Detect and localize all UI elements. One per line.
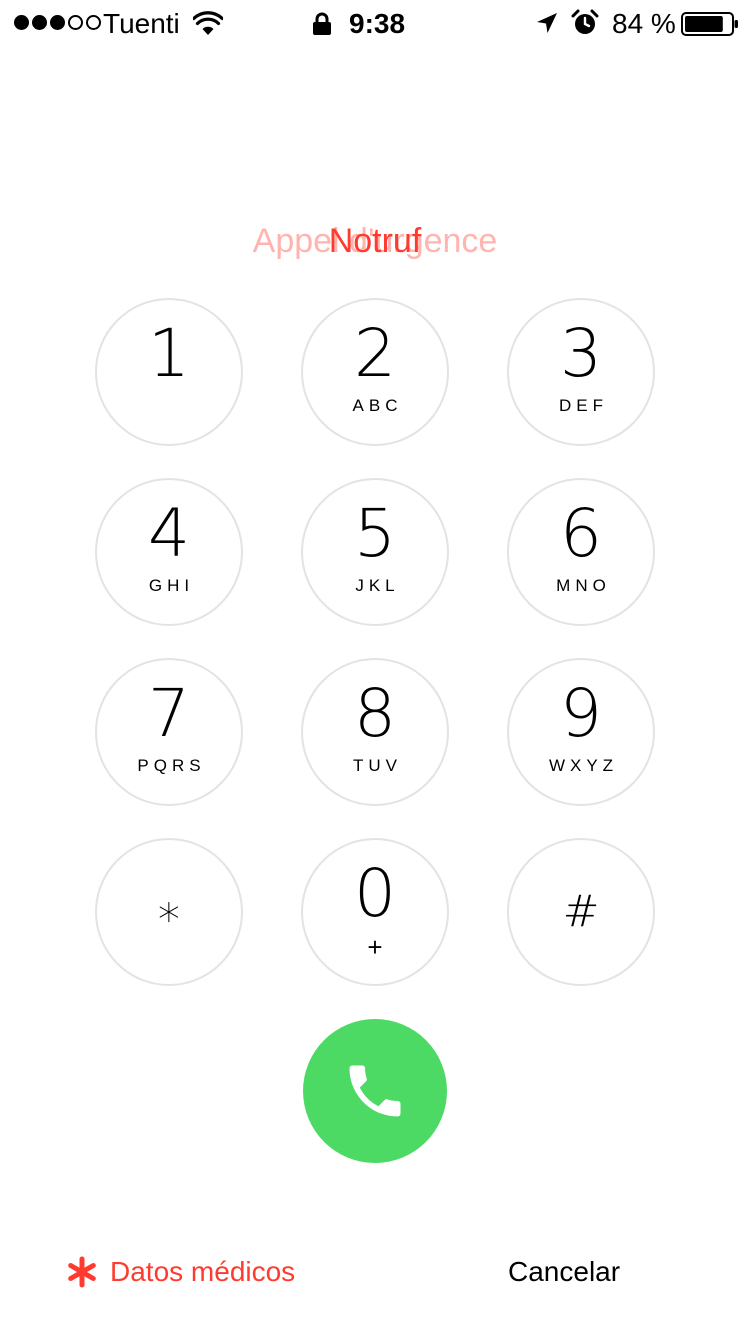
signal-dot: [14, 15, 29, 30]
clock-time: 9:38: [349, 8, 406, 39]
key-digit: 6: [560, 495, 602, 572]
carrier-name: Tuenti: [103, 8, 180, 39]
key-digit: 0: [354, 855, 396, 932]
key-0[interactable]: 0 +: [301, 838, 449, 986]
medical-id-label: Datos médicos: [110, 1256, 296, 1287]
key-letters: WXYZ: [548, 756, 619, 775]
key-digit: 1: [148, 315, 190, 392]
key-symbol: ∗: [155, 886, 183, 937]
alarm-clock-icon: [571, 9, 599, 34]
cancel-button[interactable]: Cancelar: [508, 1252, 620, 1292]
key-letters: TUV: [353, 756, 402, 775]
key-digit: 9: [560, 675, 602, 752]
key-symbol: #: [562, 886, 600, 937]
battery-percent: 84 %: [612, 8, 676, 39]
asterisk-icon: [68, 1256, 96, 1288]
key-letters: MNO: [556, 576, 611, 595]
signal-dot: [32, 15, 47, 30]
key-7[interactable]: 7 PQRS: [95, 658, 243, 806]
key-4[interactable]: 4 GHI: [95, 478, 243, 626]
signal-dot: [68, 15, 83, 30]
key-5[interactable]: 5 JKL: [301, 478, 449, 626]
battery-icon: [681, 12, 738, 36]
key-letters: JKL: [355, 576, 400, 595]
key-1[interactable]: 1: [95, 298, 243, 446]
key-9[interactable]: 9 WXYZ: [507, 658, 655, 806]
location-arrow-icon: [537, 13, 557, 33]
key-digit: 5: [354, 495, 396, 572]
emergency-dialer-screen: Tuenti 9:38 84 % Appel d'urgence Notruf …: [0, 0, 750, 1334]
key-digit: 4: [148, 495, 190, 572]
key-6[interactable]: 6 MNO: [507, 478, 655, 626]
call-button[interactable]: [303, 1019, 447, 1163]
key-digit: 8: [354, 675, 396, 752]
lock-icon: [313, 12, 331, 35]
title-primary-language: Notruf: [328, 222, 422, 260]
key-8[interactable]: 8 TUV: [301, 658, 449, 806]
key-2[interactable]: 2 ABC: [301, 298, 449, 446]
medical-id-button[interactable]: Datos médicos: [66, 1252, 295, 1292]
status-bar: Tuenti 9:38 84 %: [0, 0, 750, 48]
wifi-icon: [193, 11, 223, 35]
key-digit: 7: [148, 675, 190, 752]
key-letters: ABC: [352, 396, 403, 415]
key-digit: 2: [354, 315, 396, 392]
signal-strength: [14, 15, 101, 30]
key-letters: PQRS: [137, 756, 206, 775]
key-letters: +: [367, 932, 383, 962]
key-digit: 3: [560, 315, 602, 392]
key-hash[interactable]: #: [507, 838, 655, 986]
signal-dot: [86, 15, 101, 30]
key-3[interactable]: 3 DEF: [507, 298, 655, 446]
signal-dot: [50, 15, 65, 30]
key-letters: DEF: [559, 396, 608, 415]
phone-icon: [349, 1065, 401, 1117]
emergency-title: Appel d'urgence Notruf: [0, 218, 750, 268]
key-star[interactable]: ∗: [95, 838, 243, 986]
key-letters: GHI: [148, 576, 195, 595]
